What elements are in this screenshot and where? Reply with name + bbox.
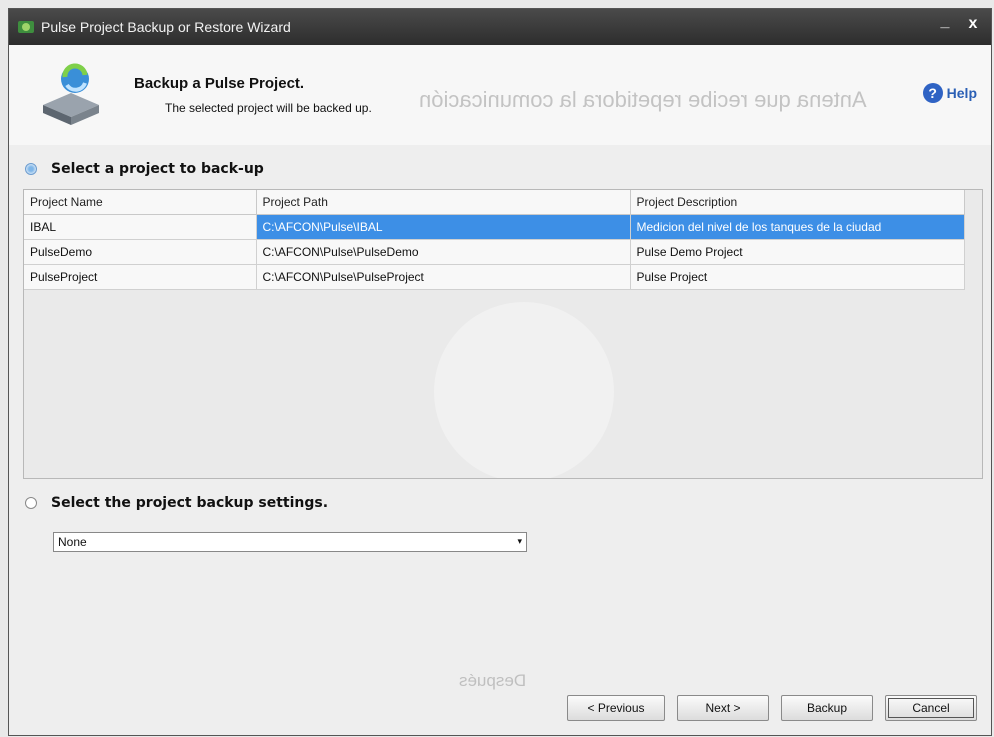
cell-project-path[interactable]: C:\AFCON\Pulse\IBAL: [256, 214, 631, 240]
column-header-name[interactable]: Project Name: [24, 190, 257, 215]
title-bar[interactable]: Pulse Project Backup or Restore Wizard _…: [9, 9, 991, 45]
table-row[interactable]: PulseProject C:\AFCON\Pulse\PulseProject…: [24, 264, 965, 290]
section1-radio-icon[interactable]: [25, 163, 37, 175]
column-header-path[interactable]: Project Path: [256, 190, 631, 215]
cell-project-path[interactable]: C:\AFCON\Pulse\PulseDemo: [256, 239, 631, 265]
wizard-window: Pulse Project Backup or Restore Wizard _…: [8, 8, 992, 736]
minimize-button[interactable]: _: [933, 13, 957, 31]
window-title: Pulse Project Backup or Restore Wizard: [41, 19, 291, 35]
backup-button[interactable]: Backup: [781, 695, 873, 721]
wizard-buttons: < Previous Next > Backup Cancel: [567, 695, 977, 721]
cancel-button[interactable]: Cancel: [885, 695, 977, 721]
backup-drive-icon: [43, 63, 99, 125]
dropdown-arrow-icon[interactable]: ▾: [517, 536, 522, 547]
column-header-description[interactable]: Project Description: [630, 190, 965, 215]
section2-label: Select the project backup settings.: [51, 495, 329, 511]
help-icon: ?: [922, 83, 943, 103]
previous-button[interactable]: < Previous: [567, 695, 665, 721]
app-icon: [18, 21, 34, 33]
projects-table[interactable]: Project Name Project Path Project Descri…: [23, 189, 983, 479]
cell-project-description[interactable]: Pulse Project: [630, 264, 965, 290]
help-label: Help: [946, 85, 977, 101]
header-title: Backup a Pulse Project.: [134, 75, 305, 92]
cell-project-description[interactable]: Medicion del nivel de los tanques de la …: [630, 214, 965, 240]
background-circle-shape: [434, 302, 614, 478]
section1-label: Select a project to back-up: [51, 161, 264, 177]
table-header-row: Project Name Project Path Project Descri…: [24, 190, 965, 215]
table-row[interactable]: PulseDemo C:\AFCON\Pulse\PulseDemo Pulse…: [24, 239, 965, 265]
backup-settings-section[interactable]: Select the project backup settings.: [25, 495, 328, 511]
cell-project-description[interactable]: Pulse Demo Project: [630, 239, 965, 265]
close-button[interactable]: x: [961, 15, 985, 33]
bleed-through-text-bottom: Después: [459, 671, 527, 690]
projects-grid[interactable]: Project Name Project Path Project Descri…: [24, 190, 965, 290]
next-button[interactable]: Next >: [677, 695, 769, 721]
bleed-through-text-top: Antena que recibe repetidora la comunica…: [419, 87, 867, 112]
cell-project-name[interactable]: PulseDemo: [24, 239, 257, 265]
table-row[interactable]: IBAL C:\AFCON\Pulse\IBAL Medicion del ni…: [24, 214, 965, 240]
cell-project-path[interactable]: C:\AFCON\Pulse\PulseProject: [256, 264, 631, 290]
backup-settings-dropdown[interactable]: None ▾: [53, 532, 527, 552]
dropdown-value: None: [58, 535, 87, 549]
header-subtitle: The selected project will be backed up.: [165, 101, 372, 115]
section2-radio-icon[interactable]: [25, 497, 37, 509]
help-link[interactable]: ? Help: [922, 83, 977, 103]
cell-project-name[interactable]: PulseProject: [24, 264, 257, 290]
cell-project-name[interactable]: IBAL: [24, 214, 257, 240]
select-project-section[interactable]: Select a project to back-up: [25, 161, 264, 177]
